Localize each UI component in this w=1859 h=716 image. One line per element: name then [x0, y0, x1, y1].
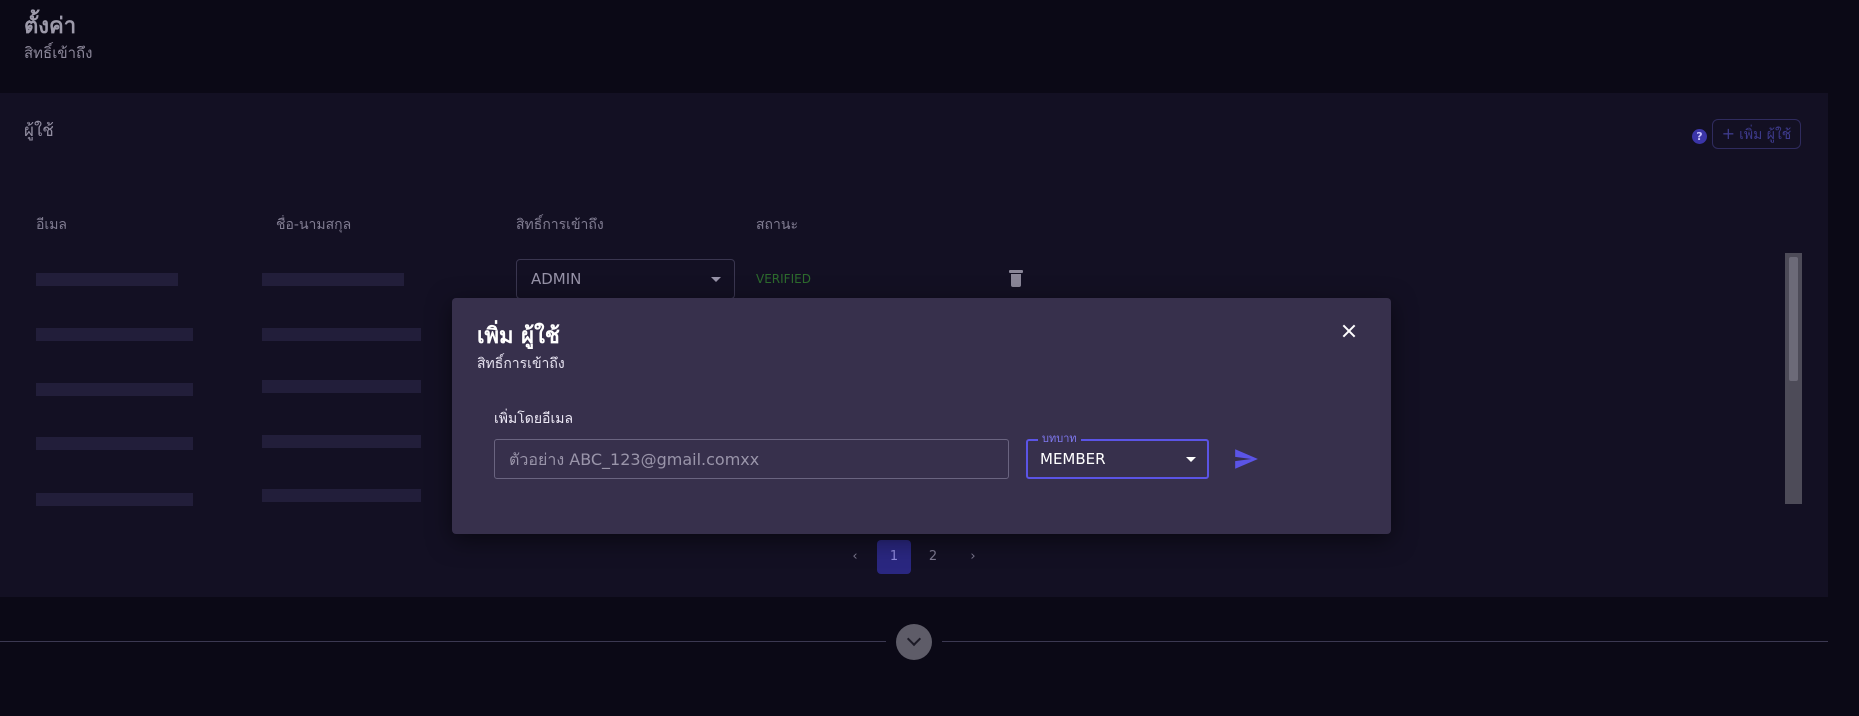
page-subtitle: สิทธิ์เข้าถึง	[24, 44, 93, 62]
page-button-2[interactable]: 2	[916, 540, 950, 574]
page-button-1[interactable]: 1	[877, 540, 911, 574]
role-dropdown-label: บทบาท	[1038, 432, 1081, 446]
email-field[interactable]	[494, 439, 1009, 479]
name-cell-redacted	[262, 380, 421, 393]
chevron-down-icon	[711, 277, 721, 282]
dialog-subtitle: สิทธิ์การเข้าถึง	[477, 356, 565, 372]
role-dropdown-value: MEMBER	[1040, 450, 1106, 468]
name-cell-redacted	[262, 435, 421, 448]
panel-title: ผู้ใช้	[24, 121, 54, 141]
column-header-status: สถานะ	[756, 217, 798, 233]
add-user-button[interactable]: + เพิ่ม ผู้ใช้	[1712, 119, 1801, 149]
chevron-right-icon[interactable]: ›	[956, 540, 990, 574]
page-title: ตั้งค่า	[24, 14, 77, 39]
send-icon[interactable]	[1233, 446, 1259, 472]
trash-icon[interactable]	[1009, 270, 1023, 287]
scrollbar-thumb[interactable]	[1789, 257, 1798, 381]
chevron-down-icon	[1186, 457, 1196, 462]
chevron-left-icon[interactable]: ‹	[838, 540, 872, 574]
name-cell-redacted	[262, 489, 421, 502]
role-dropdown[interactable]: บทบาท MEMBER	[1026, 432, 1209, 479]
column-header-access: สิทธิ์การเข้าถึง	[516, 217, 604, 233]
page-header: ตั้งค่า สิทธิ์เข้าถึง	[24, 12, 92, 64]
expand-button[interactable]	[896, 624, 932, 660]
column-header-email: อีเมล	[36, 217, 68, 233]
name-cell-redacted	[262, 328, 421, 341]
add-user-label: เพิ่ม ผู้ใช้	[1739, 127, 1792, 143]
chevron-down-icon	[906, 631, 922, 647]
column-header-name: ชื่อ-นามสกุล	[276, 217, 352, 233]
email-field-label: เพิ่มโดยอีเมล	[494, 411, 574, 427]
status-badge: VERIFIED	[756, 272, 811, 286]
email-cell-redacted	[36, 273, 178, 286]
email-cell-redacted	[36, 328, 193, 341]
divider	[0, 641, 886, 642]
help-icon[interactable]: ?	[1692, 129, 1707, 144]
divider	[942, 641, 1828, 642]
dialog-title: เพิ่ม ผู้ใช้	[477, 324, 560, 349]
plus-icon: +	[1721, 124, 1736, 143]
email-cell-redacted	[36, 493, 193, 506]
name-cell-redacted	[262, 273, 404, 286]
email-cell-redacted	[36, 383, 193, 396]
add-user-dialog: เพิ่ม ผู้ใช้ สิทธิ์การเข้าถึง เพิ่มโดยอี…	[452, 298, 1391, 534]
role-select[interactable]: ADMIN	[516, 259, 735, 299]
close-icon[interactable]	[1340, 322, 1358, 340]
role-select-value: ADMIN	[531, 270, 582, 288]
email-cell-redacted	[36, 437, 193, 450]
